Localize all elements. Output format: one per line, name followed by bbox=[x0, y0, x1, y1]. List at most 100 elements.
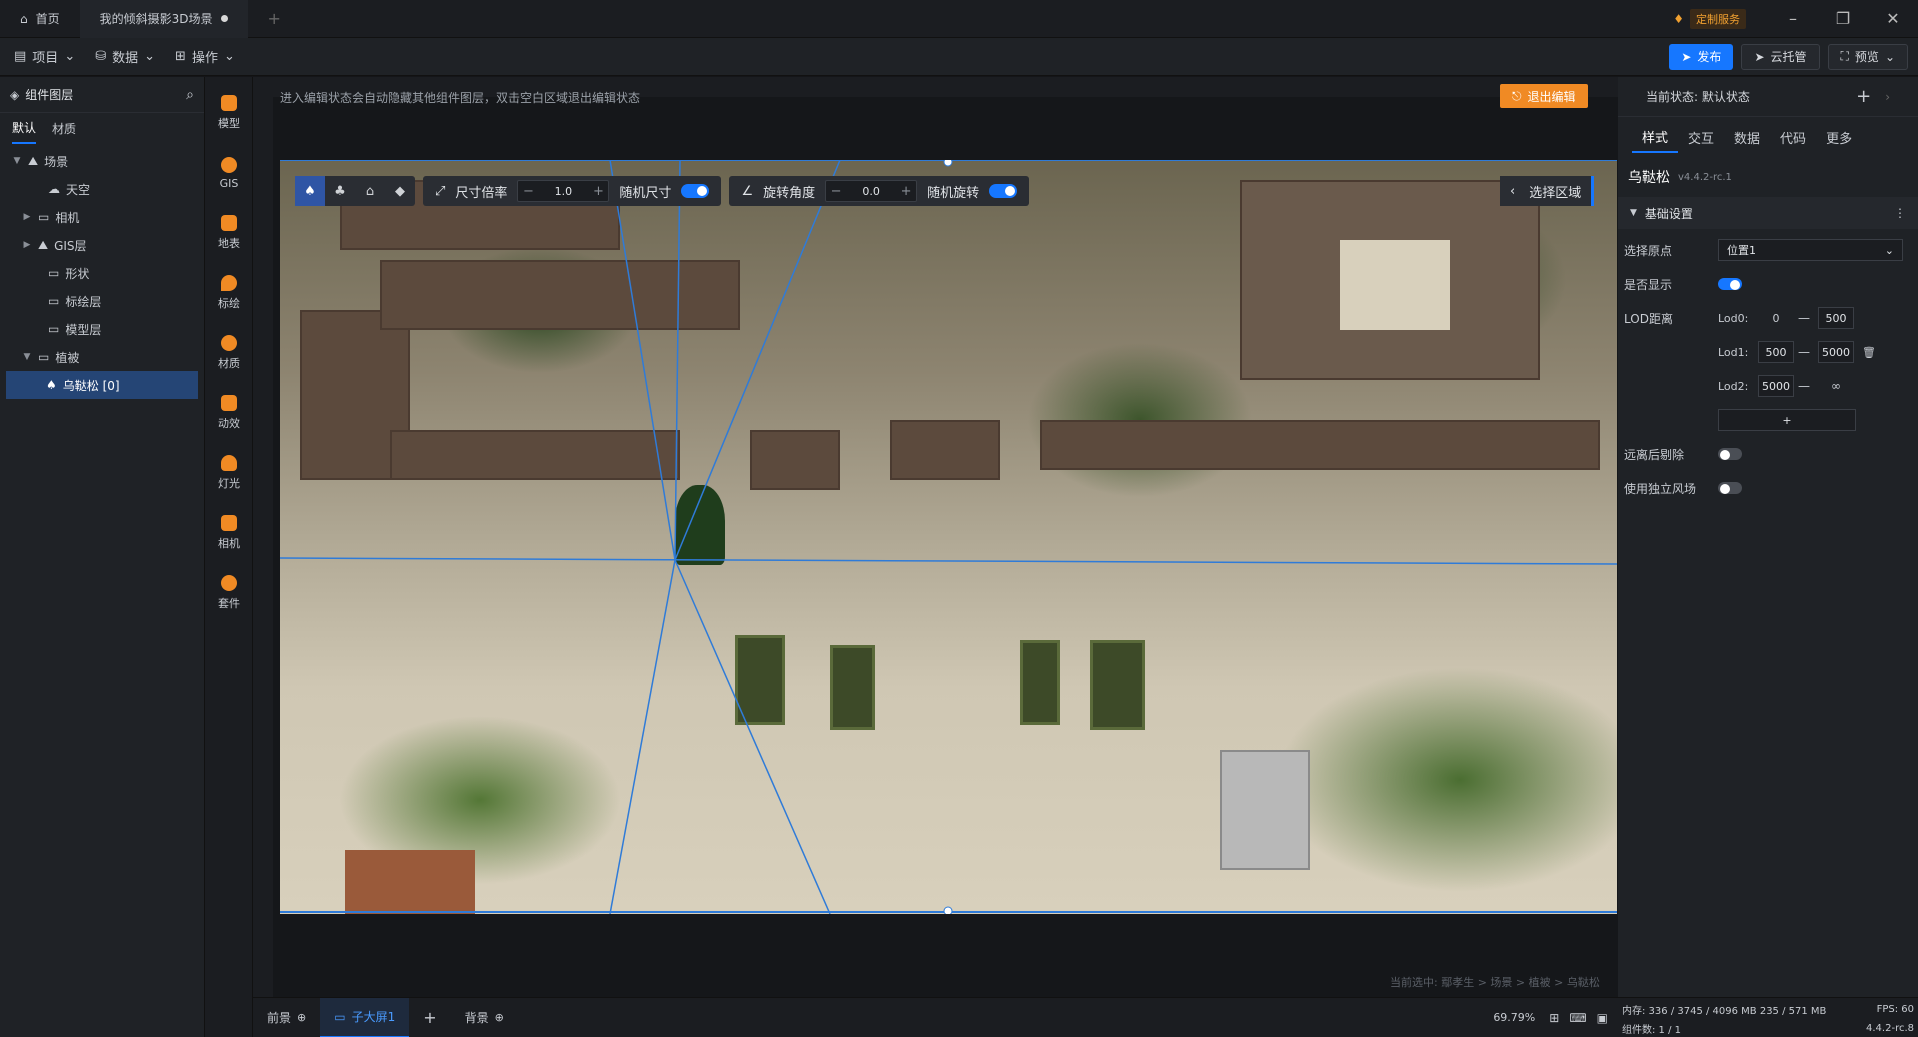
section-basic[interactable]: ▼ 基础设置 ⋮ bbox=[1618, 197, 1918, 229]
visible-toggle[interactable] bbox=[1718, 278, 1742, 290]
rail-plot[interactable]: 标绘 bbox=[205, 263, 253, 323]
terminal-icon[interactable]: ▣ bbox=[1597, 1011, 1608, 1025]
3d-scene-viewport[interactable] bbox=[280, 160, 1617, 914]
tab-home[interactable]: ⌂ 首页 bbox=[0, 0, 80, 38]
gizmo-handle[interactable] bbox=[943, 906, 953, 914]
add-circle-icon[interactable]: ⊕ bbox=[297, 1011, 306, 1024]
lod1-min-input[interactable]: 500 bbox=[1758, 341, 1794, 363]
gizmo-line bbox=[674, 160, 681, 561]
trash-icon[interactable]: 🗑 bbox=[1862, 346, 1876, 359]
select-area-button[interactable]: ‹ 选择区域 bbox=[1500, 176, 1595, 206]
custom-service-button[interactable]: ♦ 定制服务 bbox=[1673, 8, 1746, 29]
rail-terrain[interactable]: 地表 bbox=[205, 203, 253, 263]
zoom-level[interactable]: 69.79% bbox=[1493, 1011, 1535, 1024]
single-tree-icon[interactable]: ♠ bbox=[295, 176, 325, 206]
gizmo-lines bbox=[280, 160, 1617, 914]
restore-icon[interactable]: ❐ bbox=[1818, 9, 1868, 28]
tab-background[interactable]: 背景 ⊕ bbox=[451, 998, 518, 1037]
tree-item-tree-selected[interactable]: ♠ 乌鞑松 [0] bbox=[6, 371, 198, 399]
tree-item-label: 标绘层 bbox=[65, 294, 102, 309]
rail-light[interactable]: 灯光 bbox=[205, 443, 253, 503]
tab-default[interactable]: 默认 bbox=[12, 113, 37, 144]
rail-kit[interactable]: 套件 bbox=[205, 563, 253, 623]
new-tab-button[interactable]: + bbox=[248, 0, 301, 38]
size-stepper[interactable]: − 1.0 + bbox=[517, 180, 610, 202]
tab-sub-screen[interactable]: ▭ 子大屏1 bbox=[320, 997, 410, 1037]
fit-icon[interactable]: ⊞ bbox=[1549, 1011, 1559, 1025]
rail-model[interactable]: 模型 bbox=[205, 83, 253, 143]
origin-select[interactable]: 位置1 ⌄ bbox=[1718, 239, 1903, 261]
caret-down-icon: ▼ bbox=[1630, 208, 1637, 218]
rail-label: 标绘 bbox=[218, 297, 240, 310]
preview-button[interactable]: ⛶ 预览 ⌄ bbox=[1827, 43, 1908, 70]
star-icon bbox=[221, 395, 237, 411]
multi-tree-icon[interactable]: ♣ bbox=[325, 176, 355, 206]
rail-effects[interactable]: 动效 bbox=[205, 383, 253, 443]
rail-material[interactable]: 材质 bbox=[205, 323, 253, 383]
minus-icon[interactable]: − bbox=[826, 184, 846, 199]
rail-camera[interactable]: 相机 bbox=[205, 503, 253, 563]
menu-data[interactable]: ⛁ 数据 ⌄ bbox=[85, 47, 165, 66]
rotate-label: 旋转角度 bbox=[763, 185, 816, 201]
lod0-max-input[interactable]: 500 bbox=[1818, 307, 1854, 329]
tree-item-scene[interactable]: ▼ ⛰ 场景 bbox=[6, 147, 198, 175]
menu-ops[interactable]: ⊞ 操作 ⌄ bbox=[165, 47, 245, 66]
menu-project[interactable]: ▤ 项目 ⌄ bbox=[0, 47, 85, 66]
add-state-icon[interactable]: + bbox=[1856, 86, 1871, 107]
random-rotate-toggle[interactable] bbox=[989, 184, 1018, 198]
tab-style[interactable]: 样式 bbox=[1632, 121, 1679, 153]
add-circle-icon[interactable]: ⊕ bbox=[495, 1011, 504, 1024]
ruler-left bbox=[253, 77, 273, 997]
tab-data[interactable]: 数据 bbox=[1724, 121, 1770, 153]
chevron-right-icon[interactable]: › bbox=[1885, 90, 1890, 104]
terrain-icon bbox=[221, 215, 237, 231]
minimize-icon[interactable]: – bbox=[1768, 9, 1818, 28]
wind-toggle[interactable] bbox=[1718, 482, 1742, 494]
visible-row: 是否显示 bbox=[1618, 267, 1918, 301]
model-icon bbox=[221, 95, 237, 111]
keyboard-icon[interactable]: ⌨ bbox=[1569, 1011, 1586, 1025]
tree-item-plot[interactable]: ▭ 标绘层 bbox=[6, 287, 198, 315]
angle-icon: ∠ bbox=[741, 183, 754, 199]
sphere-icon bbox=[221, 335, 237, 351]
cloud-host-button[interactable]: ➤ 云托管 bbox=[1741, 43, 1820, 70]
lod1-max-input[interactable]: 5000 bbox=[1818, 341, 1854, 363]
tree-item-shape[interactable]: ▭ 形状 bbox=[6, 259, 198, 287]
plus-icon[interactable]: + bbox=[896, 184, 916, 199]
tab-more[interactable]: 更多 bbox=[1816, 121, 1862, 153]
random-size-toggle[interactable] bbox=[681, 184, 710, 198]
tab-interaction[interactable]: 交互 bbox=[1678, 121, 1724, 153]
plus-icon[interactable]: + bbox=[588, 184, 608, 199]
tree-item-camera[interactable]: ▶ ▭ 相机 bbox=[6, 203, 198, 231]
search-icon[interactable]: ⌕ bbox=[186, 87, 194, 103]
lod2-min-input[interactable]: 5000 bbox=[1758, 375, 1794, 397]
tree-item-vegetation[interactable]: ▼ ▭ 植被 bbox=[6, 343, 198, 371]
publish-button[interactable]: ➤ 发布 bbox=[1669, 43, 1734, 70]
far-remove-toggle[interactable] bbox=[1718, 448, 1742, 460]
add-lod-button[interactable]: + bbox=[1718, 409, 1856, 431]
layer-panel: ◈ 组件图层 ⌕ 默认 材质 ▼ ⛰ 场景 ☁ 天空 ▶ ▭ 相机 ▶ ⛰ GI… bbox=[0, 77, 205, 1037]
add-screen-button[interactable]: + bbox=[409, 998, 450, 1037]
tree-item-model[interactable]: ▭ 模型层 bbox=[6, 315, 198, 343]
tab-code[interactable]: 代码 bbox=[1770, 121, 1816, 153]
rotate-group: ∠ 旋转角度 − 0.0 + 随机旋转 bbox=[729, 176, 1030, 206]
eraser-icon[interactable]: ◆ bbox=[385, 176, 415, 206]
exit-edit-button[interactable]: ⎋ 退出编辑 bbox=[1500, 84, 1588, 108]
tab-foreground[interactable]: 前景 ⊕ bbox=[253, 998, 320, 1037]
size-value[interactable]: 1.0 bbox=[538, 185, 588, 198]
rotate-stepper[interactable]: − 0.0 + bbox=[825, 180, 918, 202]
rail-gis[interactable]: GIS bbox=[205, 143, 253, 203]
brush-tools: ♠ ♣ ⌂ ◆ bbox=[295, 176, 415, 206]
rail-label: GIS bbox=[219, 176, 239, 190]
erase-area-icon[interactable]: ⌂ bbox=[355, 176, 385, 206]
close-icon[interactable]: ✕ bbox=[1868, 9, 1918, 28]
more-vertical-icon[interactable]: ⋮ bbox=[1894, 206, 1906, 220]
tree-item-sky[interactable]: ☁ 天空 bbox=[6, 175, 198, 203]
layer-tabs: 默认 材质 bbox=[0, 113, 204, 144]
tab-material[interactable]: 材质 bbox=[52, 120, 76, 137]
gizmo-handle[interactable] bbox=[943, 160, 953, 167]
minus-icon[interactable]: − bbox=[518, 184, 538, 199]
tree-item-gis[interactable]: ▶ ⛰ GIS层 bbox=[6, 231, 198, 259]
tab-project[interactable]: 我的倾斜摄影3D场景 bbox=[79, 0, 248, 38]
rotate-value[interactable]: 0.0 bbox=[846, 185, 896, 198]
